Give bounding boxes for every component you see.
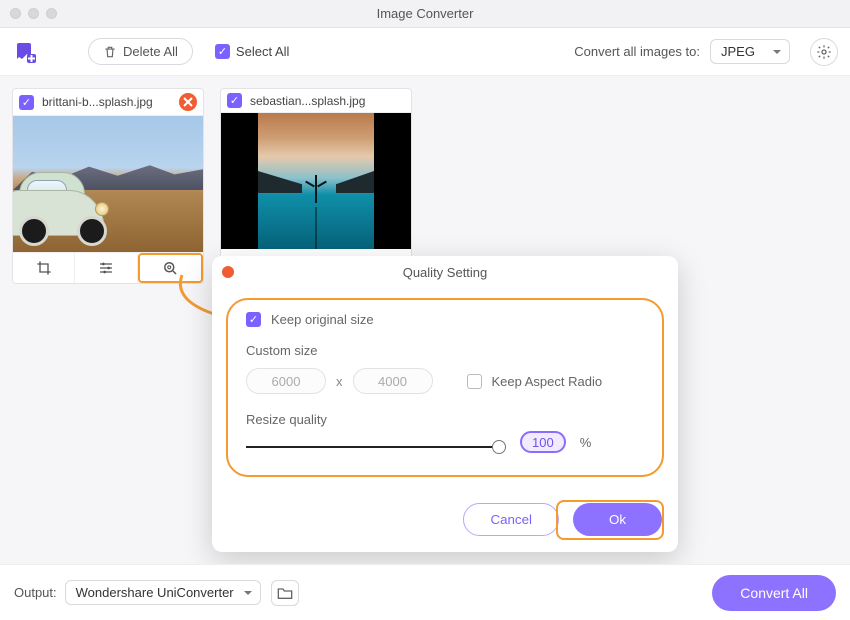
- dialog-titlebar: Quality Setting: [212, 256, 678, 288]
- folder-icon: [277, 586, 293, 600]
- width-input[interactable]: 6000: [246, 368, 326, 394]
- aspect-ratio-label: Keep Aspect Radio: [492, 374, 603, 389]
- output-label: Output:: [14, 585, 57, 600]
- convert-all-button[interactable]: Convert All: [712, 575, 836, 611]
- format-select[interactable]: JPEG: [710, 39, 790, 64]
- maximize-window-icon[interactable]: [46, 8, 57, 19]
- height-input[interactable]: 4000: [353, 368, 433, 394]
- dialog-title: Quality Setting: [403, 265, 488, 280]
- format-value: JPEG: [721, 44, 755, 59]
- slider-thumb-icon[interactable]: [492, 440, 506, 454]
- remove-image-button[interactable]: [179, 93, 197, 111]
- quality-setting-button[interactable]: [138, 253, 203, 283]
- titlebar: Image Converter: [0, 0, 850, 28]
- trash-icon: [103, 45, 117, 59]
- checkbox-checked-icon: ✓: [246, 312, 261, 327]
- quality-settings-panel: ✓ Keep original size Custom size 6000 x …: [226, 298, 664, 477]
- crop-button[interactable]: [13, 253, 75, 283]
- cancel-button[interactable]: Cancel: [463, 503, 559, 536]
- checkbox-checked-icon[interactable]: ✓: [227, 93, 242, 108]
- select-all-label: Select All: [236, 44, 289, 59]
- bottom-bar: Output: Wondershare UniConverter Convert…: [0, 564, 850, 620]
- checkbox-checked-icon[interactable]: ✓: [19, 95, 34, 110]
- ok-button[interactable]: Ok: [573, 503, 662, 536]
- image-thumbnail[interactable]: [13, 116, 203, 252]
- select-all-toggle[interactable]: ✓ Select All: [215, 44, 289, 59]
- adjust-button[interactable]: [75, 253, 137, 283]
- sliders-icon: [98, 260, 114, 276]
- times-label: x: [336, 374, 343, 389]
- open-folder-button[interactable]: [271, 580, 299, 606]
- keep-original-label: Keep original size: [271, 312, 374, 327]
- window-controls: [10, 8, 57, 19]
- image-card: ✓ sebastian...splash.jpg: [220, 88, 412, 284]
- app-logo-icon: [12, 39, 38, 65]
- custom-size-label: Custom size: [246, 343, 644, 358]
- close-icon: [183, 97, 193, 107]
- close-window-icon[interactable]: [10, 8, 21, 19]
- format-settings-button[interactable]: [810, 38, 838, 66]
- quality-slider[interactable]: [246, 437, 506, 457]
- checkbox-checked-icon: ✓: [215, 44, 230, 59]
- minimize-window-icon[interactable]: [28, 8, 39, 19]
- delete-all-button[interactable]: Delete All: [88, 38, 193, 65]
- gear-icon: [816, 44, 832, 60]
- aspect-ratio-checkbox[interactable]: [467, 374, 482, 389]
- keep-original-toggle[interactable]: ✓ Keep original size: [246, 312, 644, 327]
- image-filename: brittani-b...splash.jpg: [42, 95, 171, 109]
- image-filename: sebastian...splash.jpg: [250, 94, 405, 108]
- output-path-select[interactable]: Wondershare UniConverter: [65, 580, 261, 605]
- output-path-value: Wondershare UniConverter: [76, 585, 234, 600]
- quality-setting-dialog: Quality Setting ✓ Keep original size Cus…: [212, 256, 678, 552]
- image-thumbnail[interactable]: [221, 113, 411, 249]
- resize-quality-label: Resize quality: [246, 412, 644, 427]
- app-title: Image Converter: [0, 6, 850, 21]
- toolbar: Delete All ✓ Select All Convert all imag…: [0, 28, 850, 76]
- convert-to-label: Convert all images to:: [574, 44, 700, 59]
- gear-search-icon: [161, 259, 179, 277]
- delete-all-label: Delete All: [123, 44, 178, 59]
- quality-value[interactable]: 100: [520, 431, 566, 453]
- convert-to-group: Convert all images to: JPEG: [574, 38, 838, 66]
- dialog-close-button[interactable]: [222, 266, 234, 278]
- crop-icon: [36, 260, 52, 276]
- percent-label: %: [580, 435, 592, 450]
- image-card: ✓ brittani-b...splash.jpg: [12, 88, 204, 284]
